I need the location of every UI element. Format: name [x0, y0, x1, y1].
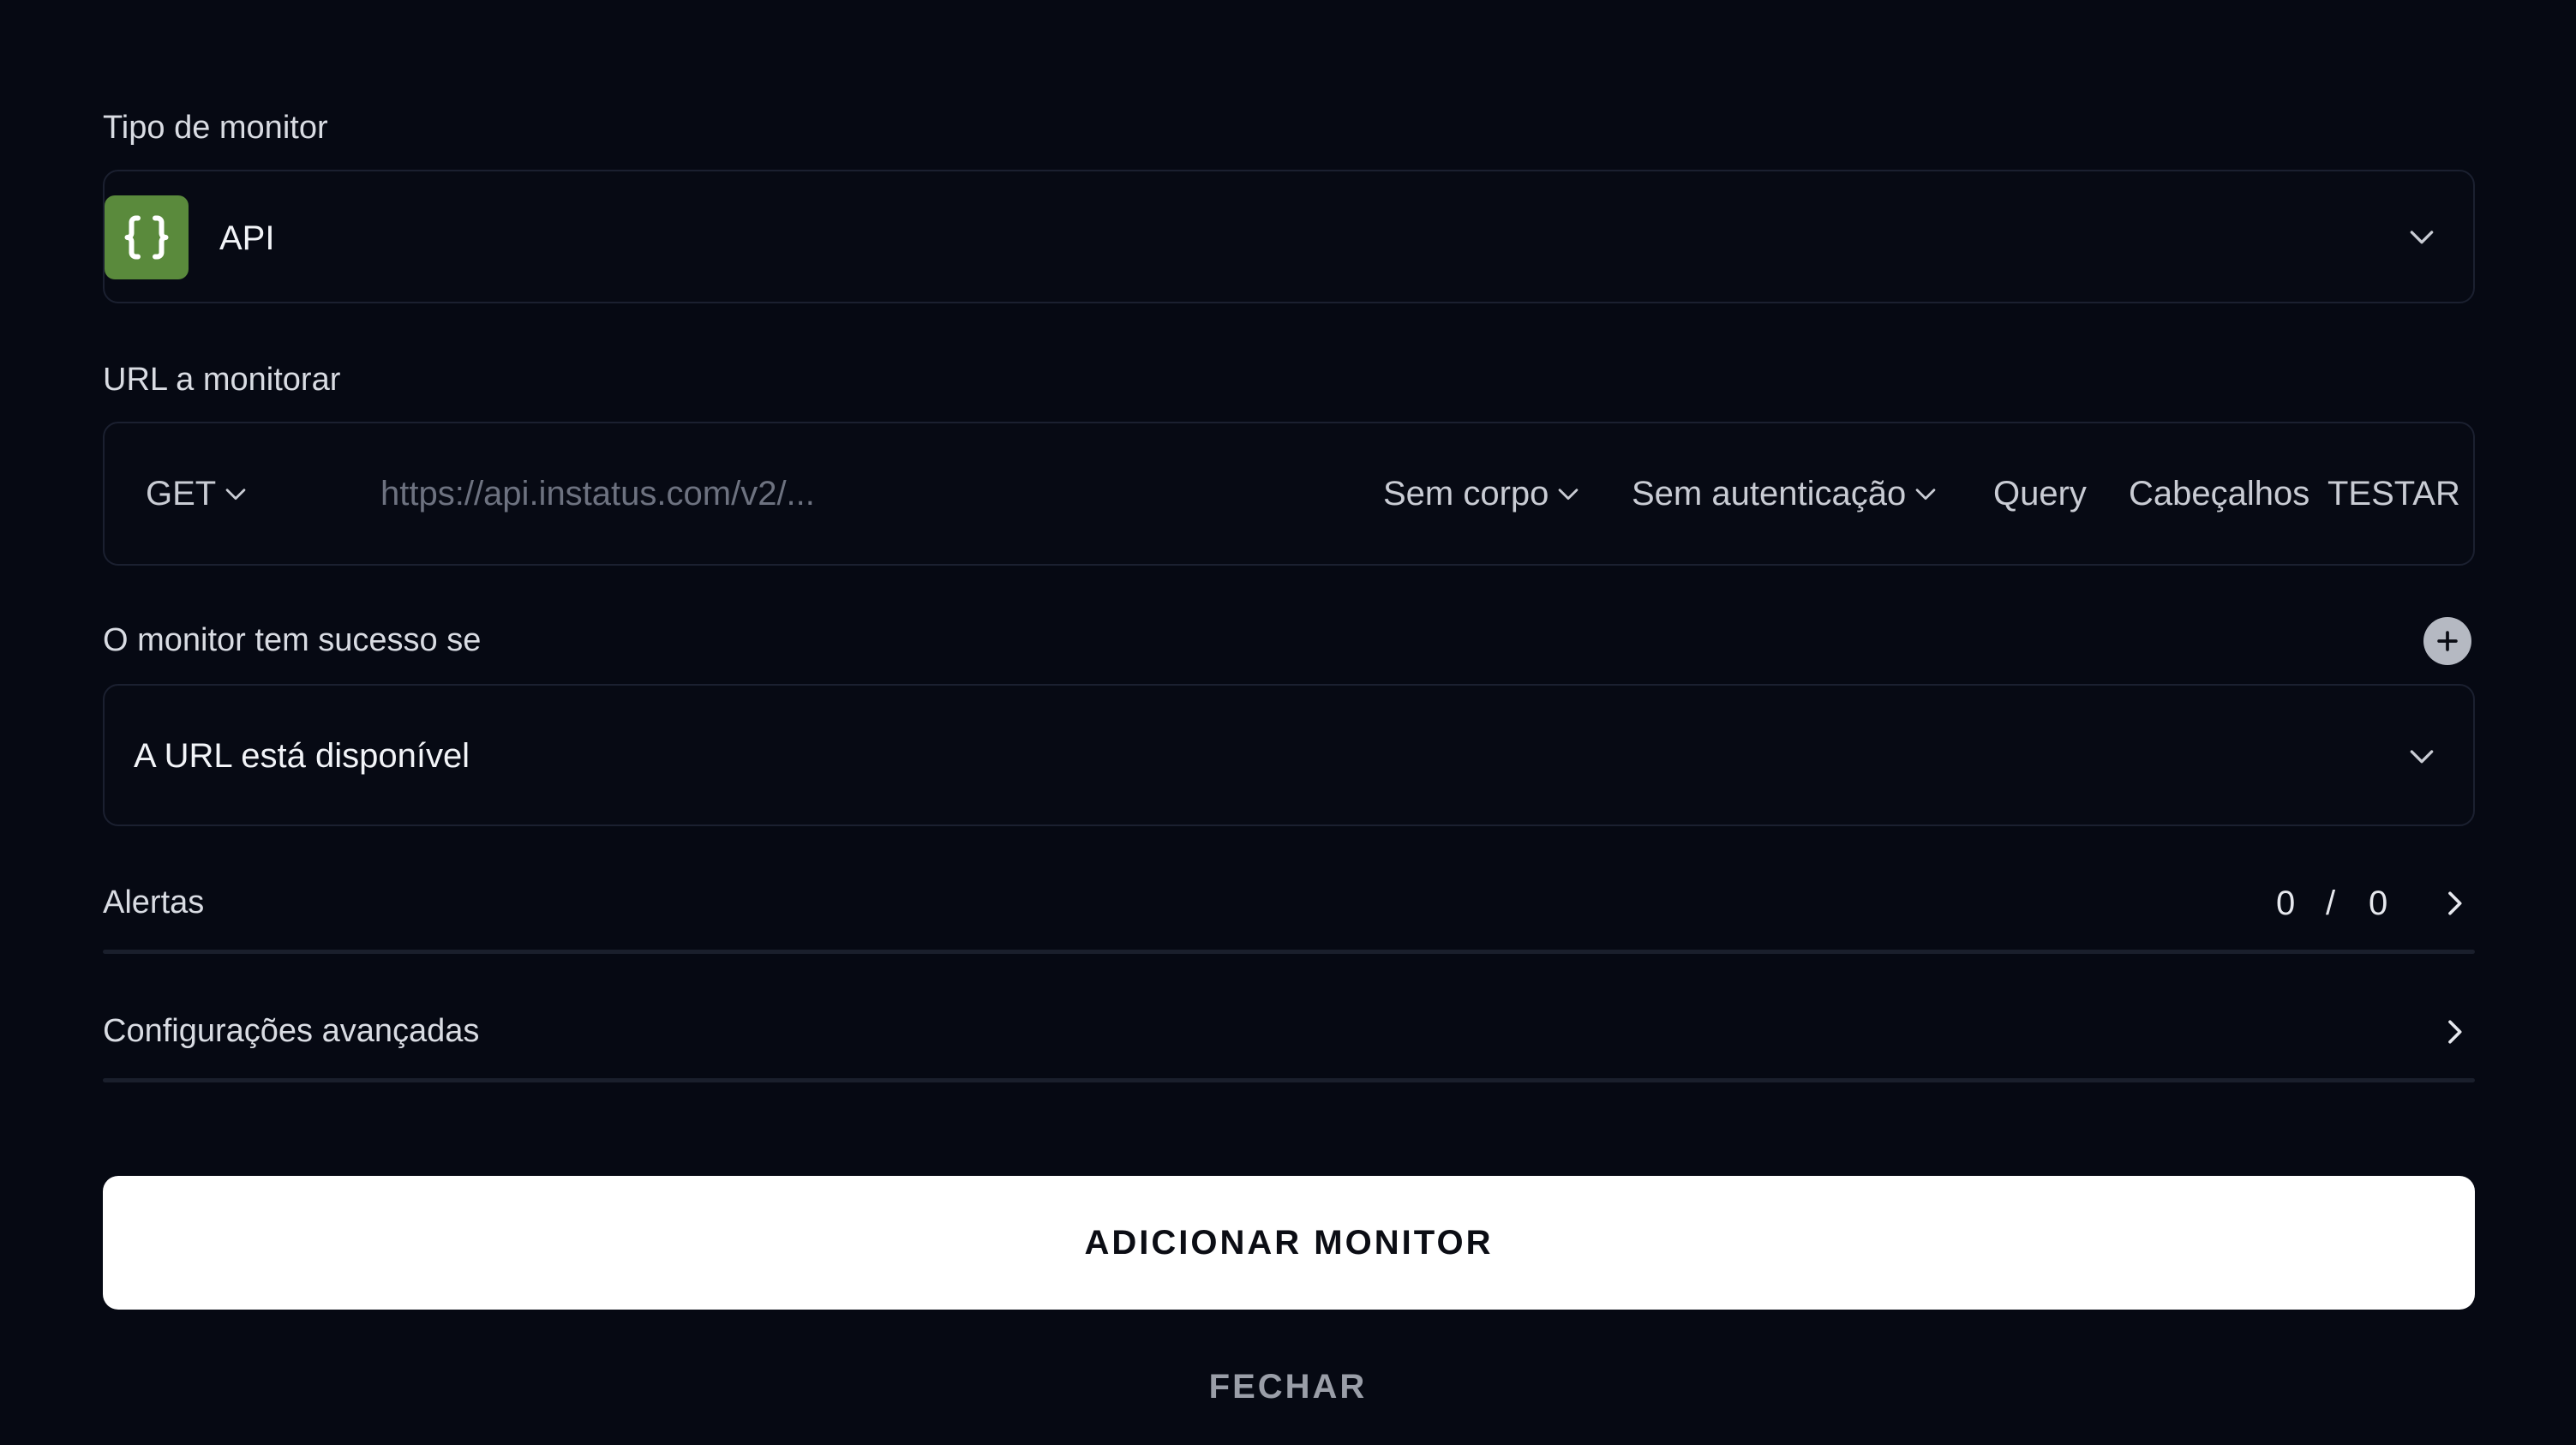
advanced-settings-divider: [103, 1078, 2475, 1082]
alerts-label: Alertas: [103, 884, 205, 920]
url-input[interactable]: [380, 468, 1452, 519]
add-monitor-form: Tipo de monitor API URL a monitorar GET …: [0, 0, 2576, 1445]
curly-braces-icon: [124, 215, 169, 260]
alerts-divider: [103, 950, 2475, 954]
chevron-down-icon: [2410, 231, 2434, 244]
alerts-active-count: 0: [2276, 884, 2296, 922]
api-badge: [105, 195, 189, 279]
advanced-settings-row[interactable]: Configurações avançadas: [103, 1006, 2475, 1058]
chevron-down-icon: [2410, 750, 2434, 764]
monitor-type-label: Tipo de monitor: [103, 110, 328, 146]
url-label: URL a monitorar: [103, 362, 341, 398]
monitor-type-select[interactable]: API: [103, 170, 2475, 303]
url-input-group: GET Sem corpo Sem autenticação Query Cab…: [103, 422, 2475, 566]
alerts-separator: /: [2326, 884, 2336, 922]
alerts-total-count: 0: [2369, 884, 2388, 922]
success-condition-value: A URL está disponível: [134, 737, 470, 775]
method-value: GET: [146, 474, 217, 513]
alerts-row[interactable]: Alertas 0 / 0: [103, 878, 2475, 929]
query-tab[interactable]: Query: [1993, 423, 2087, 564]
advanced-settings-label: Configurações avançadas: [103, 1013, 480, 1049]
chevron-right-icon: [2448, 891, 2462, 915]
chevron-right-icon: [2448, 1020, 2462, 1044]
chevron-down-icon: [1915, 489, 1936, 501]
test-button-label: TESTAR: [2327, 474, 2460, 513]
body-select[interactable]: Sem corpo: [1383, 423, 1583, 564]
add-monitor-button[interactable]: ADICIONAR MONITOR: [103, 1176, 2475, 1310]
test-button[interactable]: TESTAR: [2327, 423, 2460, 564]
plus-icon: [2437, 631, 2458, 651]
success-condition-select[interactable]: A URL está disponível: [103, 684, 2475, 826]
success-label: O monitor tem sucesso se: [103, 622, 482, 658]
auth-select[interactable]: Sem autenticação: [1632, 423, 1940, 564]
query-tab-label: Query: [1993, 474, 2087, 513]
headers-tab-label: Cabeçalhos: [2129, 474, 2310, 513]
method-select[interactable]: GET: [146, 423, 250, 564]
close-button[interactable]: FECHAR: [1117, 1363, 1459, 1411]
headers-tab[interactable]: Cabeçalhos: [2129, 423, 2309, 564]
chevron-down-icon: [225, 489, 246, 501]
add-condition-button[interactable]: [2423, 617, 2471, 665]
monitor-type-value: API: [219, 219, 275, 257]
body-select-label: Sem corpo: [1383, 474, 1549, 513]
chevron-down-icon: [1559, 489, 1579, 501]
auth-select-label: Sem autenticação: [1632, 474, 1907, 513]
